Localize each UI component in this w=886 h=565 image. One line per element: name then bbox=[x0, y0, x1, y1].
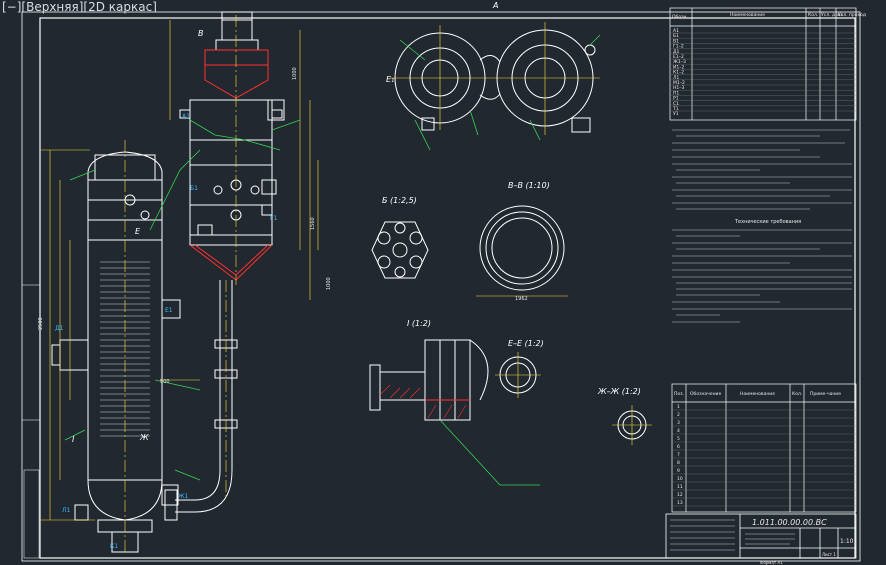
plan-view-a bbox=[394, 29, 596, 133]
svg-text:Е1: Е1 bbox=[165, 307, 173, 314]
drawing-scale: 1:10 bbox=[840, 538, 854, 545]
svg-text:1: 1 bbox=[677, 404, 680, 410]
sheet-number: Лист 1 bbox=[822, 552, 836, 557]
nozzle-table bbox=[669, 7, 857, 121]
notes-heading: Технические требования bbox=[734, 219, 801, 225]
section-ee-label: Е–Е (1:2) bbox=[508, 339, 544, 348]
svg-text:Б1: Б1 bbox=[190, 185, 198, 192]
svg-text:2: 2 bbox=[677, 412, 680, 418]
svg-text:I: I bbox=[72, 435, 75, 444]
svg-text:13: 13 bbox=[677, 500, 683, 506]
svg-text:6: 6 bbox=[677, 444, 680, 450]
svg-text:9: 9 bbox=[677, 468, 680, 474]
svg-text:1000: 1000 bbox=[292, 67, 298, 80]
svg-text:Кол.: Кол. bbox=[808, 12, 818, 18]
svg-text:Обозначение: Обозначение bbox=[690, 391, 721, 397]
detail-i-drawing bbox=[369, 339, 489, 421]
drawing-canvas[interactable]: А1 Б1 Г1 Д1 Е1 Ж1 К1 Л1 2500 1000 500 15… bbox=[0, 0, 886, 565]
section-vv-drawing bbox=[476, 205, 568, 297]
section-b-label: Б (1:2,5) bbox=[382, 196, 417, 205]
parts-table-text: Поз. Обозначение Наименование Кол. Приме… bbox=[674, 391, 841, 506]
svg-text:Наименование: Наименование bbox=[740, 391, 775, 397]
view-a-label: А bbox=[492, 1, 498, 10]
svg-text:8: 8 bbox=[677, 460, 680, 466]
svg-text:Д1: Д1 bbox=[55, 325, 64, 332]
sheet-format: Формат А1 bbox=[760, 560, 783, 565]
svg-text:2500: 2500 bbox=[38, 317, 44, 330]
detail-i-label: I (1:2) bbox=[407, 319, 431, 328]
parts-table bbox=[671, 383, 857, 513]
section-zhzh-label: Ж–Ж (1:2) bbox=[597, 387, 641, 396]
side-stamp bbox=[23, 469, 40, 559]
svg-text:3: 3 bbox=[677, 420, 680, 426]
svg-text:Кол.: Кол. bbox=[792, 391, 802, 397]
svg-text:Обозн.: Обозн. bbox=[672, 14, 688, 20]
centerlines bbox=[40, 15, 319, 555]
svg-text:1000: 1000 bbox=[326, 277, 332, 290]
svg-text:Ж1: Ж1 bbox=[178, 493, 188, 500]
svg-text:Поз.: Поз. bbox=[674, 391, 684, 397]
svg-text:7: 7 bbox=[677, 452, 680, 458]
nozzle-table-text: Обозн. Наименование Кол. Усл. давл. Усл.… bbox=[672, 12, 866, 117]
svg-text:Усл. проход: Усл. проход bbox=[838, 12, 866, 18]
svg-text:В: В bbox=[198, 29, 204, 38]
svg-text:1560: 1560 bbox=[310, 217, 316, 230]
svg-text:12: 12 bbox=[677, 492, 683, 498]
cad-viewport[interactable]: А1 Б1 Г1 Д1 Е1 Ж1 К1 Л1 2500 1000 500 15… bbox=[0, 0, 886, 565]
svg-text:500: 500 bbox=[160, 379, 170, 385]
svg-text:А1: А1 bbox=[182, 113, 190, 120]
svg-text:Ж: Ж bbox=[139, 433, 149, 442]
section-vv-label: В–В (1:10) bbox=[508, 181, 550, 190]
technical-notes bbox=[672, 129, 852, 323]
sheet-frame bbox=[21, 11, 861, 562]
svg-text:11: 11 bbox=[677, 484, 683, 490]
svg-text:Л1: Л1 bbox=[62, 507, 71, 514]
parts-table-rowlines bbox=[672, 409, 856, 507]
svg-text:5: 5 bbox=[677, 436, 680, 442]
view-e1-label: Е₁ bbox=[386, 75, 394, 84]
leader-lines bbox=[64, 119, 301, 481]
svg-text:Е: Е bbox=[135, 227, 141, 236]
nozzle-table-rowlines bbox=[670, 32, 856, 112]
detail-i-hatch bbox=[379, 384, 467, 419]
svg-text:У1: У1 bbox=[673, 111, 679, 117]
svg-text:10: 10 bbox=[677, 476, 683, 482]
svg-text:Наименование: Наименование bbox=[730, 12, 765, 18]
svg-text:К1: К1 bbox=[110, 543, 118, 550]
svg-text:4: 4 bbox=[677, 428, 680, 434]
svg-text:Г1: Г1 bbox=[270, 215, 278, 222]
main-column-drawing bbox=[51, 11, 285, 553]
section-b-drawing bbox=[371, 221, 429, 279]
vv-dim: 1962 bbox=[515, 296, 528, 302]
drawing-code: 1.011.00.00.00.ВС bbox=[752, 518, 827, 527]
svg-text:Приме-чание: Приме-чание bbox=[810, 391, 841, 397]
viewport-controls-label[interactable]: [−][Верхняя][2D каркас] bbox=[2, 0, 157, 14]
